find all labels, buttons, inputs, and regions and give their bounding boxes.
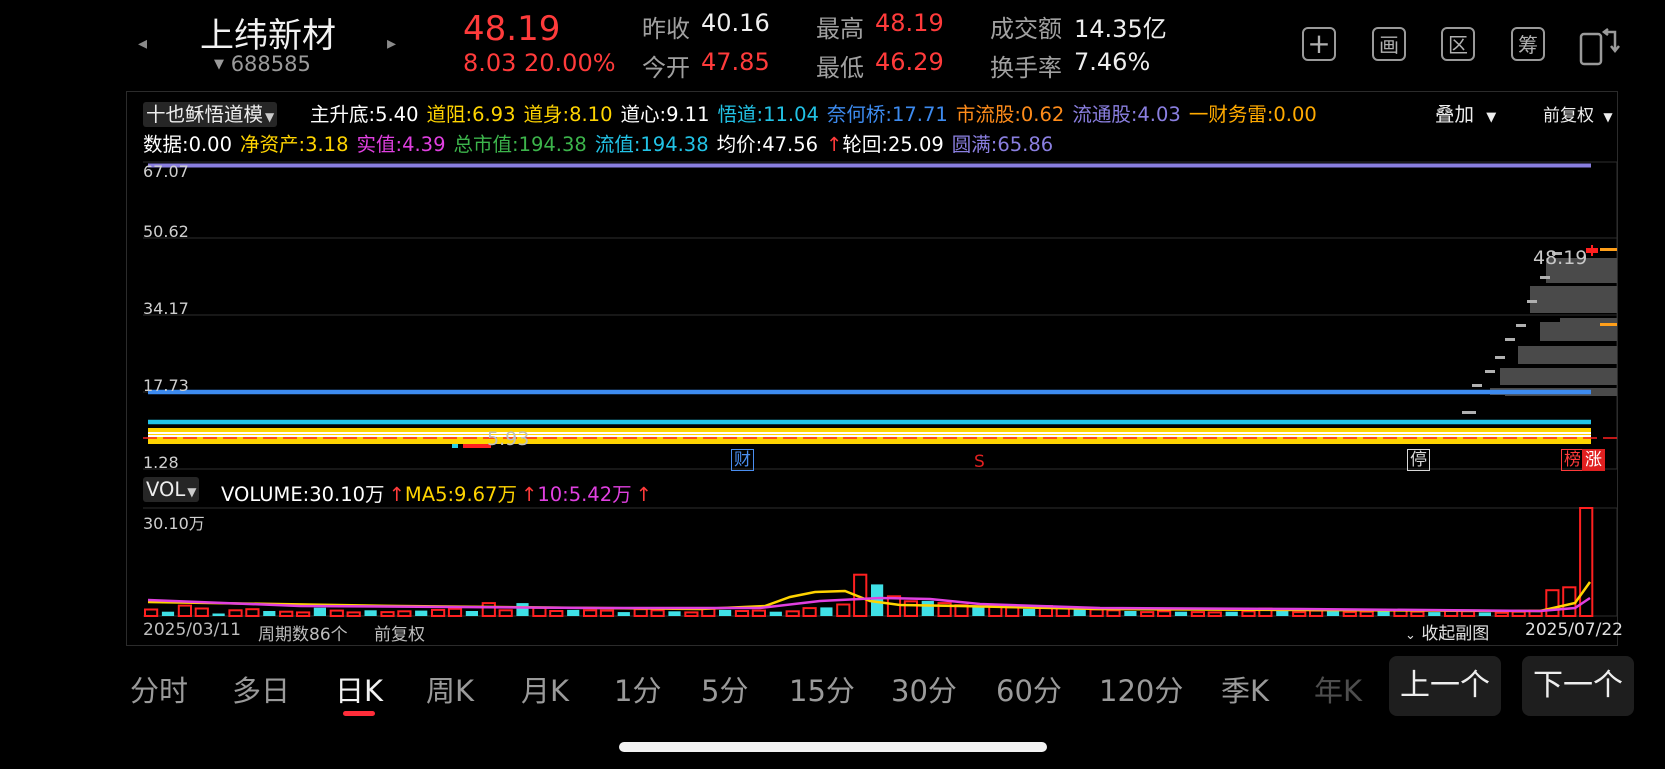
tab-5[interactable]: 月K [521, 668, 569, 710]
volume-bar [498, 609, 513, 617]
volume-bar [516, 603, 529, 616]
volume-bar [1494, 611, 1509, 617]
volume-bar [650, 609, 665, 617]
volume-bar [532, 606, 547, 618]
prev-stock-button[interactable]: 上一个 [1389, 656, 1501, 716]
volume-bar [144, 608, 159, 617]
volume-bar [1478, 612, 1491, 616]
volume-bar [836, 603, 851, 617]
volume-bar [684, 611, 699, 618]
active-tab-indicator [343, 711, 375, 716]
home-indicator [619, 742, 1047, 752]
tab-4[interactable]: 周K [426, 668, 474, 710]
tab-13[interactable]: 年K [1314, 668, 1362, 710]
volume-bar [431, 608, 446, 618]
volume-bar [1428, 612, 1441, 616]
volume-bar [802, 607, 817, 617]
volume-bar [1410, 610, 1425, 618]
volume-bar [364, 610, 377, 616]
volume-bar [617, 612, 630, 616]
volume-bar [1106, 609, 1121, 617]
volume-bar [583, 609, 598, 617]
volume-bar [1124, 611, 1137, 616]
volume-bar [1460, 610, 1476, 617]
volume-bar [1207, 611, 1222, 618]
volume-bar [1174, 611, 1188, 616]
period-count: 周期数86个 [258, 625, 348, 645]
adjust-mode: 前复权 [374, 625, 425, 645]
volume-bar [177, 604, 193, 617]
volume-bar [1511, 610, 1526, 618]
volume-bar [599, 609, 615, 617]
volume-bar [1309, 609, 1324, 617]
volume-bar [296, 611, 311, 618]
tab-2[interactable]: 多日 [232, 668, 290, 710]
volume-bar [1545, 589, 1560, 618]
volume-bar [820, 607, 833, 616]
tab-8[interactable]: 15分 [789, 668, 855, 710]
volume-bar [549, 610, 564, 617]
volume-bar [212, 613, 225, 616]
volume-bar [1089, 608, 1104, 617]
tab-12[interactable]: 季K [1221, 668, 1269, 710]
volume-bar [380, 611, 395, 617]
collapse-subchart-button[interactable]: ⌄ 收起副图 [1405, 619, 1489, 644]
volume-bar [668, 611, 681, 616]
volume-bar [313, 607, 326, 616]
start-date: 2025/03/11 [143, 620, 241, 640]
volume-bar [1005, 606, 1020, 618]
volume-bar [346, 611, 361, 618]
volume-bar [194, 607, 209, 617]
volume-bar [161, 611, 175, 616]
tab-9[interactable]: 30分 [891, 668, 957, 710]
volume-bar [1023, 608, 1036, 616]
volume-bar [567, 609, 580, 616]
next-stock-button[interactable]: 下一个 [1522, 656, 1634, 716]
volume-bar [228, 609, 243, 617]
tab-10[interactable]: 60分 [996, 668, 1062, 710]
volume-bar [1359, 610, 1374, 618]
chevron-down-icon: ⌄ [1405, 628, 1416, 643]
volume-bar [1292, 611, 1307, 617]
volume-bar [903, 600, 918, 617]
volume-bar [785, 610, 800, 617]
collapse-label: 收起副图 [1421, 624, 1490, 644]
volume-bar [921, 600, 934, 616]
volume-bar [465, 611, 478, 616]
volume-bar [734, 610, 750, 617]
volume-bar [481, 602, 496, 617]
tab-6[interactable]: 1分 [614, 668, 661, 710]
volume-bar [1562, 586, 1577, 617]
end-date: 2025/07/22 [1525, 620, 1623, 640]
volume-bar [719, 609, 732, 616]
volume-bar [1157, 610, 1172, 617]
tab-7[interactable]: 5分 [701, 668, 748, 710]
volume-bar [1241, 610, 1256, 617]
volume-bar [1225, 611, 1238, 616]
volume-bar [447, 607, 463, 617]
volume-bar [1342, 611, 1357, 617]
tab-3[interactable]: 日K [335, 668, 383, 710]
volume-bar [279, 610, 294, 618]
volume-bar [751, 609, 766, 617]
tab-11[interactable]: 120分 [1099, 668, 1183, 710]
volume-bar [263, 611, 276, 616]
volume-bar [245, 608, 260, 618]
volume-bar [1190, 611, 1206, 617]
tab-1[interactable]: 分时 [130, 668, 188, 710]
volume-chart[interactable] [0, 0, 1665, 769]
volume-bar [1140, 611, 1155, 617]
volume-bar [415, 610, 428, 616]
volume-bar [397, 610, 412, 617]
volume-bar [769, 611, 782, 616]
volume-bar [1377, 611, 1390, 616]
volume-bar [329, 609, 344, 617]
volume-bar [633, 608, 648, 618]
